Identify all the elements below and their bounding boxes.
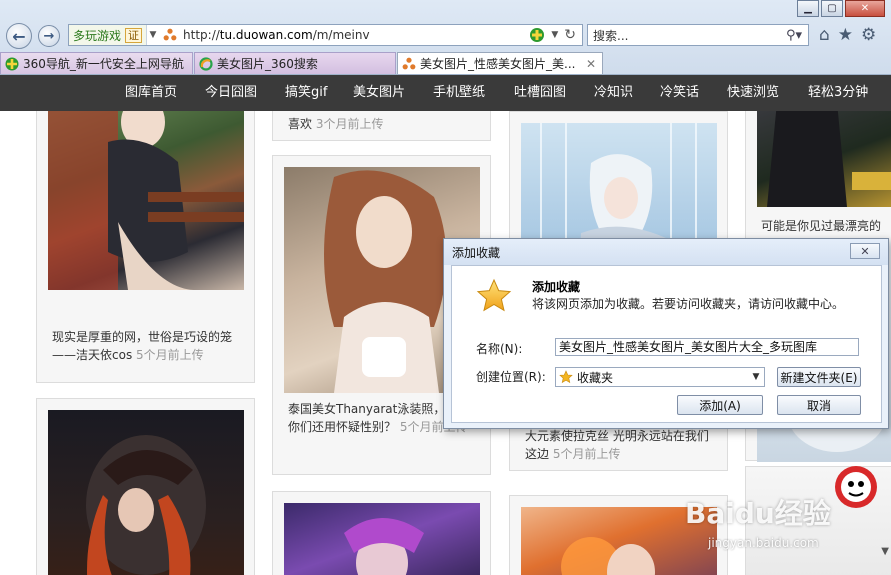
certificate-badge[interactable]: 证 [125,27,143,43]
card-title[interactable]: 喜欢 [288,117,312,131]
dialog-close-button[interactable]: ✕ [850,243,880,259]
favorite-name-input[interactable]: 美女图片_性感美女图片_美女图片大全_多玩图库 [555,338,859,356]
favorite-star-icon [476,278,512,312]
site-favicon-icon [163,28,177,41]
gallery-card[interactable] [272,491,491,575]
card-title[interactable]: 可能是你见过最漂亮的 [761,219,881,233]
close-window-button[interactable]: ✕ [845,0,885,17]
site-identity-label: 多玩游戏 [73,28,122,43]
chevron-down-icon[interactable]: ▼ [748,372,764,382]
security-shield-icon[interactable] [529,27,545,43]
address-tools: ▼ ↻ [529,27,582,43]
tab-duowan-meinv[interactable]: 美女图片_性感美女图片_美... ✕ [397,52,603,74]
dialog-description: 将该网页添加为收藏。若要访问收藏夹，请访问收藏中心。 [532,297,845,311]
scroll-down-icon[interactable]: ▼ [881,546,889,557]
360-search-icon [199,56,213,71]
url-host: tu.duowan.com [219,28,313,42]
dialog-window-title: 添加收藏 [452,245,501,260]
gallery-photo[interactable] [757,111,891,207]
card-time: 5个月前上传 [136,348,204,362]
location-select-value: 收藏夹 [577,370,614,385]
nav-item-tucao[interactable]: 吐槽囧图 [514,75,566,111]
gallery-photo[interactable] [48,410,244,575]
window-controls: ▁ ▢ ✕ [795,0,885,17]
baidu-jingyan-watermark: Baidu经验 [685,497,831,530]
nav-item-trivia[interactable]: 冷知识 [594,75,633,111]
favorites-folder-star-icon [559,370,573,384]
tab-strip: 360导航_新一代安全上网导航 美女图片_360搜索 美女图片_性感美女图片_美… [0,52,604,74]
tab-label: 360导航_新一代安全上网导航 [23,57,184,71]
card-time: 5个月前上传 [552,447,621,461]
search-icon[interactable]: ⚲▾ [786,28,802,43]
url-path: /m/meinv [312,28,370,42]
add-button[interactable]: 添加(A) [677,395,763,415]
site-favicon-icon [402,57,416,69]
search-box[interactable]: 搜索... ⚲▾ [587,24,809,46]
close-tab-icon[interactable]: ✕ [586,57,596,71]
gallery-photo[interactable] [284,503,480,575]
mascot-badge-icon[interactable] [831,462,881,512]
photo-figure-icon [86,435,206,575]
add-favorite-dialog: 添加收藏 ✕ 添加收藏 将该网页添加为收藏。若要访问收藏夹，请访问收藏中心。 名… [443,238,889,429]
url-scheme: http:// [183,28,220,42]
nav-item-gif[interactable]: 搞笑gif [285,75,327,111]
url-text[interactable]: http://tu.duowan.com/m/meinv [183,28,529,42]
search-input[interactable]: 搜索... [593,27,628,44]
gallery-card[interactable]: 现实是厚重的网，世俗是巧设的笼——洁天依cos 5个月前上传 [36,111,255,383]
360-shield-icon [5,57,19,70]
tab-label: 美女图片_360搜索 [217,57,318,71]
nav-item-quickview[interactable]: 快速浏览 [727,75,779,111]
back-button[interactable]: ← [6,23,32,49]
nav-item-today[interactable]: 今日囧图 [205,75,257,111]
tab-360-search[interactable]: 美女图片_360搜索 [194,52,396,74]
dialog-headline: 添加收藏 [532,280,581,294]
site-identity-badge[interactable]: 多玩游戏 证 [69,25,148,45]
photo-figure-icon [767,111,891,207]
card-caption: 可能是你见过最漂亮的 [761,217,891,235]
minimize-button[interactable]: ▁ [797,0,819,17]
cancel-button[interactable]: 取消 [777,395,861,415]
gallery-photo[interactable] [48,111,244,290]
card-caption: 现实是厚重的网，世俗是巧设的笼——洁天依cos 5个月前上传 [52,328,242,364]
nav-item-meinv[interactable]: 美女图片 [353,75,405,111]
chevron-down-icon[interactable]: ▼ [551,30,558,40]
gallery-card[interactable] [36,398,255,575]
site-nav-bar: 图库首页 今日囧图 搞笑gif 美女图片 手机壁纸 吐槽囧图 冷知识 冷笑话 快… [0,75,891,111]
nav-item-3min[interactable]: 轻松3分钟 [808,75,868,111]
nav-item-jokes[interactable]: 冷笑话 [660,75,699,111]
browser-chrome: ▁ ▢ ✕ ← → 多玩游戏 证 ▼ http://tu.duowan.com/… [0,0,891,75]
card-caption: 大元素使拉克丝 光明永远站在我们这边 5个月前上传 [525,427,715,463]
dialog-titlebar[interactable]: 添加收藏 [444,239,888,265]
refresh-icon[interactable]: ↻ [564,27,576,43]
photo-figure-icon [344,518,424,575]
tab-label: 美女图片_性感美女图片_美... [420,57,576,71]
card-caption: 喜欢 3个月前上传 [288,115,478,133]
gear-icon[interactable]: ⚙ [861,25,876,45]
toolbar-icons: ⌂ ★ ⚙ [819,25,876,45]
favorites-star-icon[interactable]: ★ [838,25,853,45]
forward-button[interactable]: → [38,25,60,47]
home-icon[interactable]: ⌂ [819,25,830,45]
watermark-url: jingyan.baidu.com [708,536,819,550]
nav-item-wallpaper[interactable]: 手机壁纸 [433,75,485,111]
name-label: 名称(N): [476,342,523,356]
gallery-card[interactable]: 喜欢 3个月前上传 [272,111,491,141]
location-label: 创建位置(R): [476,370,546,384]
address-bar[interactable]: 多玩游戏 证 ▼ http://tu.duowan.com/m/meinv ▼ … [68,24,583,46]
photo-figure-icon [48,111,244,290]
location-select[interactable]: 收藏夹 ▼ [555,367,765,387]
dialog-body: 添加收藏 将该网页添加为收藏。若要访问收藏夹，请访问收藏中心。 名称(N): 美… [451,265,882,423]
new-folder-button[interactable]: 新建文件夹(E) [777,367,861,387]
chevron-down-icon[interactable]: ▼ [147,30,159,40]
maximize-button[interactable]: ▢ [821,0,843,17]
card-time: 3个月前上传 [315,117,384,131]
tab-360-nav[interactable]: 360导航_新一代安全上网导航 [0,52,193,74]
nav-item-home[interactable]: 图库首页 [125,75,177,111]
